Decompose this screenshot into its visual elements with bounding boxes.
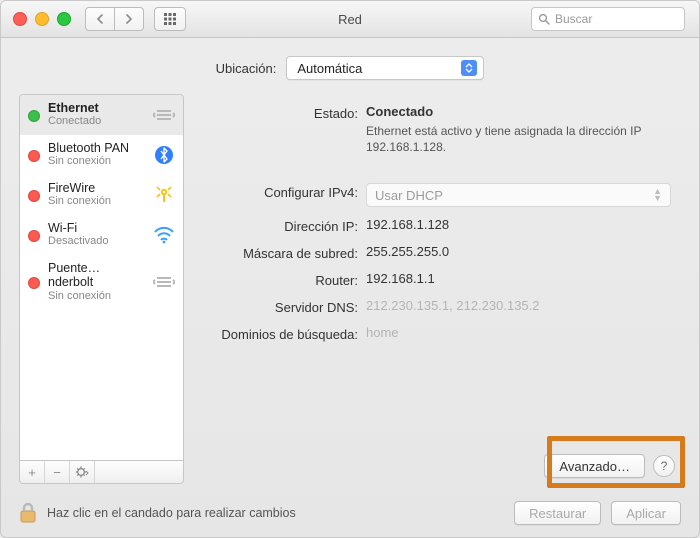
service-actions-button[interactable]: [70, 461, 95, 483]
dns-value: 212.230.135.1, 212.230.135.2: [366, 298, 671, 313]
status-dot-icon: [28, 277, 40, 289]
sidebar-item-ethernet[interactable]: Ethernet Conectado: [20, 95, 183, 135]
window-controls: [13, 12, 71, 26]
wifi-icon: [153, 224, 175, 246]
minimize-window-button[interactable]: [35, 12, 49, 26]
sidebar: Ethernet Conectado Bluetooth PAN Sin con…: [19, 94, 184, 484]
grid-icon: [163, 12, 177, 26]
location-popup[interactable]: Automática: [286, 56, 484, 80]
service-status: Conectado: [48, 115, 145, 128]
network-prefs-window: Red Buscar Ubicación: Automática: [0, 0, 700, 538]
service-name: Bluetooth PAN: [48, 141, 145, 155]
titlebar: Red Buscar: [1, 1, 699, 38]
advanced-button[interactable]: Avanzado…: [544, 454, 645, 478]
estado-subtext: Ethernet está activo y tiene asignada la…: [366, 123, 666, 155]
router-label: Router:: [208, 271, 366, 288]
ethernet-icon: [153, 104, 175, 126]
service-status: Sin conexión: [48, 290, 145, 303]
sidebar-item-thunderbolt-bridge[interactable]: Puente…nderbolt Sin conexión: [20, 255, 183, 309]
sidebar-item-wifi[interactable]: Wi-Fi Desactivado: [20, 215, 183, 255]
config-ipv4-value: Usar DHCP: [375, 188, 443, 203]
add-service-button[interactable]: +: [20, 461, 45, 483]
zoom-window-button[interactable]: [57, 12, 71, 26]
popup-arrows-icon: [461, 60, 477, 76]
service-status: Sin conexión: [48, 155, 145, 168]
ip-value: 192.168.1.128: [366, 217, 671, 232]
firewire-icon: [153, 184, 175, 206]
service-name: Ethernet: [48, 101, 145, 115]
location-label: Ubicación:: [216, 61, 277, 76]
nav-buttons: [85, 7, 144, 31]
status-dot-icon: [28, 190, 40, 202]
search-domains-label: Dominios de búsqueda:: [208, 325, 366, 342]
service-name: Puente…nderbolt: [48, 261, 145, 290]
service-status: Sin conexión: [48, 195, 145, 208]
service-list[interactable]: Ethernet Conectado Bluetooth PAN Sin con…: [19, 94, 184, 461]
ip-label: Dirección IP:: [208, 217, 366, 234]
lock-hint-text: Haz clic en el candado para realizar cam…: [47, 506, 296, 520]
service-name: FireWire: [48, 181, 145, 195]
service-status: Desactivado: [48, 235, 145, 248]
service-name: Wi-Fi: [48, 221, 145, 235]
location-value: Automática: [297, 61, 362, 76]
router-value: 192.168.1.1: [366, 271, 671, 286]
estado-value: Conectado: [366, 104, 433, 119]
sidebar-item-bluetooth-pan[interactable]: Bluetooth PAN Sin conexión: [20, 135, 183, 175]
status-dot-icon: [28, 150, 40, 162]
chevron-right-icon: [125, 14, 133, 24]
service-list-toolbar: + −: [19, 461, 184, 484]
status-dot-icon: [28, 110, 40, 122]
forward-button[interactable]: [115, 7, 144, 31]
search-domains-value: home: [366, 325, 671, 340]
chevron-left-icon: [96, 14, 104, 24]
estado-label: Estado:: [208, 104, 366, 121]
footer: Haz clic en el candado para realizar cam…: [1, 489, 699, 537]
config-ipv4-label: Configurar IPv4:: [208, 183, 366, 200]
location-row: Ubicación: Automática: [1, 38, 699, 94]
restore-button[interactable]: Restaurar: [514, 501, 601, 525]
subnet-mask-label: Máscara de subred:: [208, 244, 366, 261]
apply-button[interactable]: Aplicar: [611, 501, 681, 525]
help-button[interactable]: ?: [653, 455, 675, 477]
search-placeholder: Buscar: [555, 12, 592, 26]
gear-icon: [75, 465, 89, 479]
config-ipv4-select[interactable]: Usar DHCP ▲▼: [366, 183, 671, 207]
lock-icon[interactable]: [19, 502, 37, 524]
detail-panel: Estado: Conectado Ethernet está activo y…: [198, 94, 681, 484]
status-dot-icon: [28, 230, 40, 242]
sidebar-item-firewire[interactable]: FireWire Sin conexión: [20, 175, 183, 215]
select-arrows-icon: ▲▼: [653, 188, 662, 202]
subnet-mask-value: 255.255.255.0: [366, 244, 671, 259]
close-window-button[interactable]: [13, 12, 27, 26]
back-button[interactable]: [85, 7, 115, 31]
thunderbolt-bridge-icon: [153, 271, 175, 293]
show-all-prefs-button[interactable]: [154, 7, 186, 31]
dns-label: Servidor DNS:: [208, 298, 366, 315]
body: Ethernet Conectado Bluetooth PAN Sin con…: [1, 94, 699, 484]
search-icon: [538, 13, 550, 25]
bluetooth-icon: [153, 144, 175, 166]
search-input[interactable]: Buscar: [531, 7, 685, 31]
remove-service-button[interactable]: −: [45, 461, 70, 483]
